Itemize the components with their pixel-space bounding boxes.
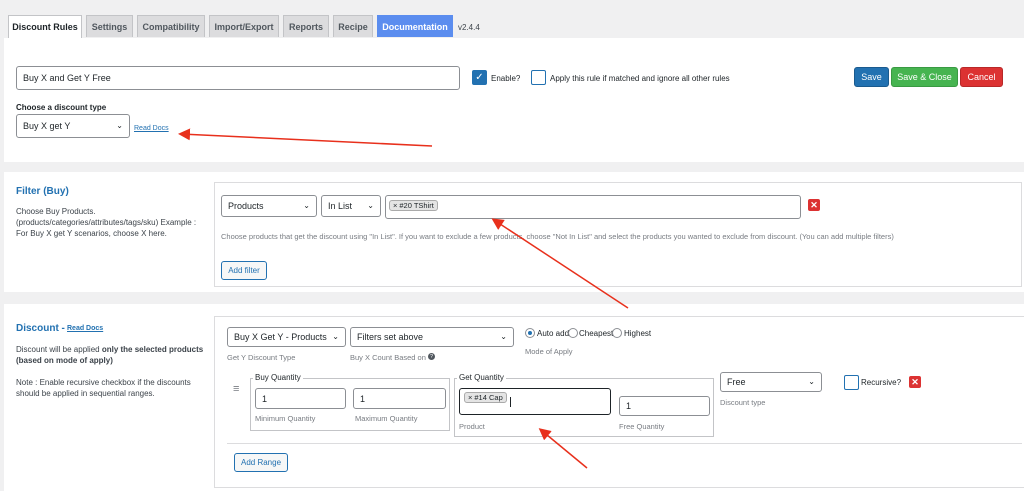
red-arrow xyxy=(538,428,588,469)
red-arrow xyxy=(491,218,629,309)
annotation-overlay xyxy=(178,128,629,469)
red-arrow xyxy=(178,128,433,147)
